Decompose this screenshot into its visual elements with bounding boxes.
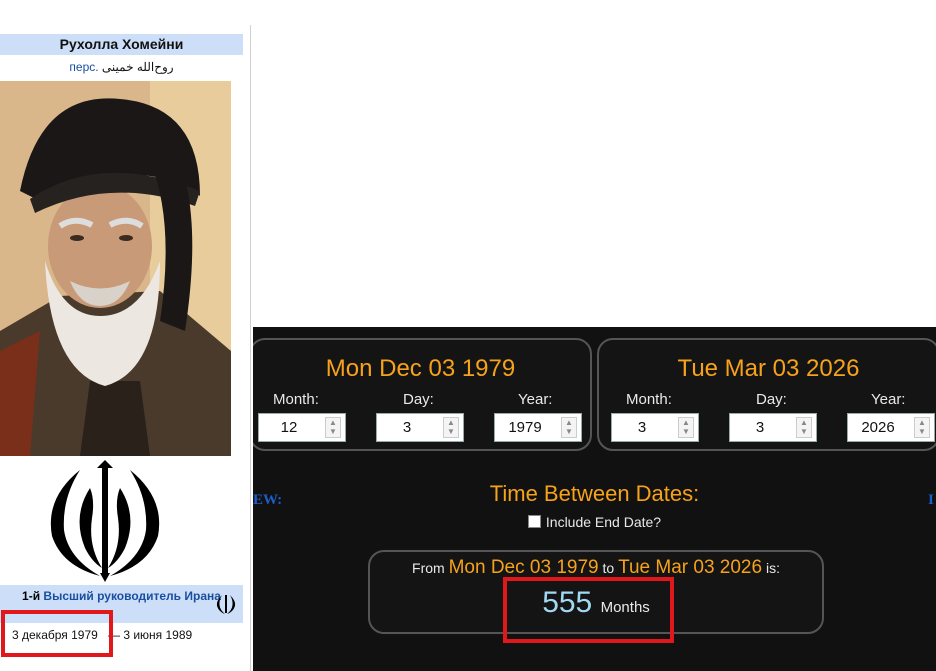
from-day-input[interactable]: 3 ▲ ▼	[376, 413, 464, 442]
to-month-label: Month:	[626, 391, 672, 408]
spinner-arrows-icon[interactable]: ▲ ▼	[678, 417, 694, 438]
to-month-input[interactable]: 3 ▲ ▼	[611, 413, 699, 442]
to-date-card: Tue Mar 03 2026 Month: Day: Year: 3 ▲ ▼ 3…	[597, 338, 936, 451]
iran-emblem-small-icon	[215, 593, 237, 615]
include-end-date-row: Include End Date?	[253, 514, 936, 530]
spinner-arrows-icon[interactable]: ▲ ▼	[443, 417, 459, 438]
term-end-date: — 3 июня 1989	[108, 628, 193, 642]
infobox-title: Рухолла Хомейни	[0, 34, 243, 55]
supreme-leader-link[interactable]: Высший руководитель Ирана	[43, 589, 221, 603]
result-to-date: Tue Mar 03 2026	[618, 557, 763, 578]
role-prefix: 1-й	[22, 589, 41, 603]
to-year-label: Year:	[871, 391, 906, 408]
from-year-label: Year:	[518, 391, 553, 408]
to-date-title: Tue Mar 03 2026	[677, 355, 860, 382]
to-day-label: Day:	[756, 391, 787, 408]
wiki-infobox: Рухолла Хомейни перс. روح‌الله خمینی	[0, 25, 251, 671]
from-month-label: Month:	[273, 391, 319, 408]
to-day-input[interactable]: 3 ▲ ▼	[729, 413, 817, 442]
spinner-arrows-icon[interactable]: ▲ ▼	[796, 417, 812, 438]
portrait-photo[interactable]	[0, 81, 231, 456]
from-day-label: Day:	[403, 391, 434, 408]
from-date-card: Mon Dec 03 1979 Month: Day: Year: 12 ▲ ▼ …	[253, 338, 592, 451]
include-end-date-checkbox[interactable]	[527, 515, 541, 528]
from-month-input[interactable]: 12 ▲ ▼	[258, 413, 346, 442]
column-divider	[250, 25, 251, 671]
highlight-box-term-start	[1, 610, 113, 657]
result-from-date: Mon Dec 03 1979	[448, 557, 599, 578]
spinner-arrows-icon[interactable]: ▲ ▼	[561, 417, 577, 438]
from-date-title: Mon Dec 03 1979	[325, 355, 516, 382]
include-end-date-label[interactable]: Include End Date?	[546, 514, 661, 530]
persian-language-link[interactable]: перс.	[69, 60, 98, 74]
iran-emblem-icon	[40, 458, 170, 582]
spinner-arrows-icon[interactable]: ▲ ▼	[325, 417, 341, 438]
result-description: From Mon Dec 03 1979 to Tue Mar 03 2026 …	[412, 557, 780, 578]
spinner-arrows-icon[interactable]: ▲ ▼	[914, 417, 930, 438]
from-year-input[interactable]: 1979 ▲ ▼	[494, 413, 582, 442]
to-year-input[interactable]: 2026 ▲ ▼	[847, 413, 935, 442]
persian-name: روح‌الله خمینی	[101, 60, 174, 74]
time-between-title: Time Between Dates:	[489, 481, 700, 506]
infobox-native-name: перс. روح‌الله خمینی	[0, 58, 243, 76]
highlight-box-result	[503, 577, 674, 643]
